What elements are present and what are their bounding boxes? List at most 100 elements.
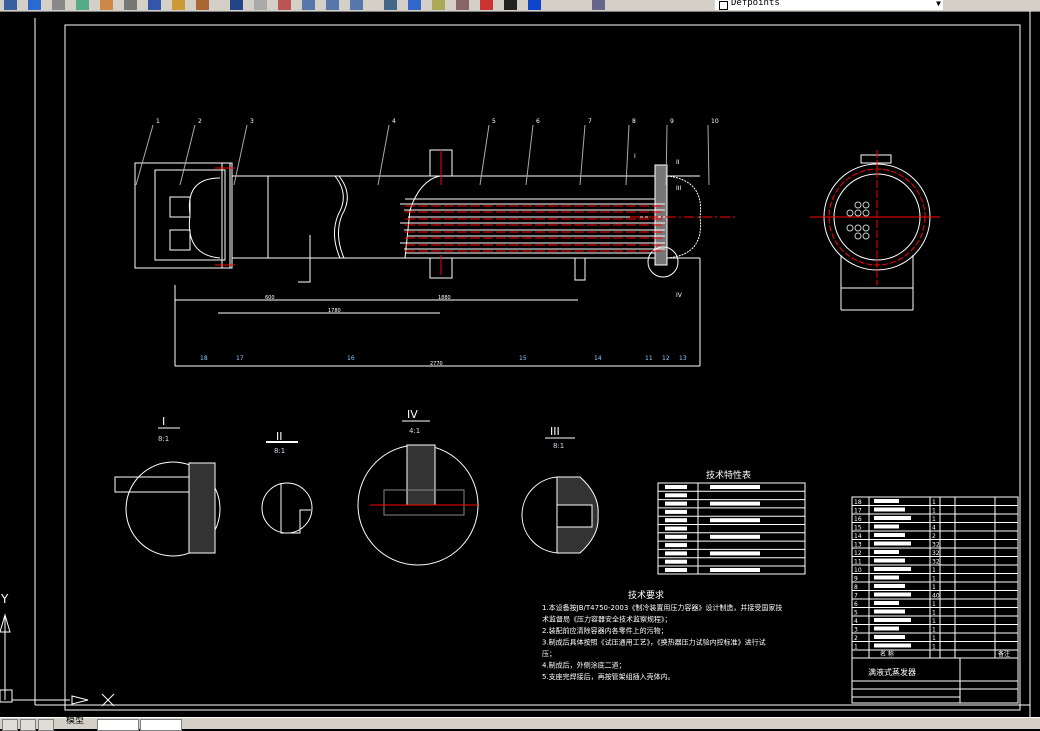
- part-quantity: 32: [932, 559, 940, 566]
- sheet-set-icon[interactable]: [456, 0, 469, 10]
- part-number: 12: [854, 550, 862, 557]
- spec-cell-text: [665, 493, 687, 498]
- chevron-down-icon[interactable]: ▼: [936, 0, 941, 8]
- nav-next-button[interactable]: [38, 719, 54, 731]
- main-elevation-view: [134, 149, 702, 367]
- tab-model[interactable]: 模型: [66, 716, 84, 727]
- part-number: 10: [854, 567, 862, 574]
- svg-text:II: II: [676, 159, 680, 166]
- part-quantity: 1: [932, 610, 936, 617]
- part-balloon: 14: [594, 355, 602, 362]
- markup-icon[interactable]: [480, 0, 493, 10]
- calculator-icon[interactable]: [504, 0, 517, 10]
- part-name-text: [874, 635, 905, 639]
- part-name-text: [874, 567, 911, 571]
- drawing-title: 满液式蒸发器: [868, 667, 916, 677]
- part-number: 9: [854, 576, 858, 583]
- svg-text:I: I: [634, 153, 636, 160]
- leader-line: [179, 124, 196, 186]
- part-name-text: [874, 558, 905, 563]
- requirement-line: 1.本设备按JB/T4750-2003《制冷装置用压力容器》设计制造，并接受国家…: [542, 603, 782, 612]
- layer-manager-icon[interactable]: [592, 0, 605, 10]
- spec-table-title: 技术特性表: [706, 469, 751, 481]
- tab-layout1[interactable]: [97, 719, 139, 731]
- print-icon[interactable]: [52, 0, 65, 10]
- tab-layout2[interactable]: [140, 719, 182, 731]
- part-quantity: 1: [932, 618, 936, 625]
- part-quantity: 1: [932, 508, 936, 515]
- detail-view-iv: [357, 444, 479, 566]
- layer-color-icon: [719, 1, 728, 10]
- help-icon[interactable]: [528, 0, 541, 10]
- detail-titles: I 8:1 II 8:1 IV 4:1 III 8:1: [158, 408, 564, 455]
- spec-cell-text: [665, 551, 687, 556]
- design-center-icon[interactable]: [408, 0, 421, 10]
- detail-title-underlines: [158, 420, 575, 443]
- part-number: 5: [854, 610, 858, 617]
- zoom-previous-icon[interactable]: [350, 0, 363, 10]
- spec-cell-value: [710, 534, 760, 539]
- part-quantity: 32: [932, 542, 940, 549]
- part-balloon: 12: [662, 355, 670, 362]
- nav-first-button[interactable]: [2, 719, 18, 731]
- copy-icon[interactable]: [148, 0, 161, 10]
- layer-dropdown[interactable]: Defpoints ▼: [715, 0, 943, 10]
- pan-icon[interactable]: [278, 0, 291, 10]
- open-icon[interactable]: [4, 0, 17, 10]
- part-balloon: 6: [536, 118, 540, 125]
- header-name: 名 称: [880, 650, 894, 658]
- part-quantity: 1: [932, 499, 936, 506]
- part-balloon: 7: [588, 118, 592, 125]
- spec-cell-value: [710, 518, 760, 523]
- part-number: 6: [854, 601, 858, 608]
- part-name-text: [874, 541, 911, 546]
- svg-text:I: I: [162, 415, 165, 428]
- part-balloon: 9: [670, 118, 674, 125]
- part-balloon: 13: [679, 355, 687, 362]
- undo-icon[interactable]: [230, 0, 243, 10]
- svg-text:IV: IV: [676, 292, 683, 299]
- nav-prev-button[interactable]: [20, 719, 36, 731]
- svg-text:III: III: [550, 425, 560, 438]
- tool-palettes-icon[interactable]: [432, 0, 445, 10]
- requirement-line: 5.支座完焊接后，再按管架组插入壳体内。: [542, 672, 675, 681]
- leader-line: [707, 124, 710, 186]
- spec-table: [657, 482, 806, 575]
- detail-view-ii: [261, 482, 313, 534]
- part-quantity: 1: [932, 576, 936, 583]
- cut-icon[interactable]: [124, 0, 137, 10]
- part-balloon: 16: [347, 355, 355, 362]
- svg-text:III: III: [676, 185, 682, 192]
- part-name-text: [874, 609, 905, 614]
- part-balloon: 1: [156, 118, 160, 125]
- publish-icon[interactable]: [100, 0, 113, 10]
- part-name-text: [874, 592, 911, 597]
- zoom-window-icon[interactable]: [326, 0, 339, 10]
- part-number: 11: [854, 559, 862, 566]
- svg-text:1780: 1780: [328, 308, 341, 314]
- preview-icon[interactable]: [76, 0, 89, 10]
- part-quantity: 1: [932, 644, 936, 651]
- svg-text:600: 600: [265, 295, 275, 301]
- spec-cell-text: [665, 534, 687, 539]
- part-number: 1: [854, 644, 858, 651]
- requirement-line: 3.制成后具体按照《试压通用工艺》，《换热器压力试验内控标准》进行试: [542, 638, 766, 647]
- part-name-text: [874, 575, 899, 580]
- save-icon[interactable]: [28, 0, 41, 10]
- part-number: 7: [854, 593, 858, 600]
- zoom-realtime-icon[interactable]: [302, 0, 315, 10]
- requirement-line: 术监督局《压力容器安全技术监察规程》；: [542, 615, 672, 624]
- properties-icon[interactable]: [384, 0, 397, 10]
- detail-view-iii: [521, 476, 599, 554]
- paste-icon[interactable]: [172, 0, 185, 10]
- part-balloon: 2: [198, 118, 202, 125]
- part-balloons: 1 2 3 4 5 6 7 8 9 1018 17 16 15 14 11 12 13: [135, 118, 719, 362]
- redo-icon[interactable]: [254, 0, 267, 10]
- svg-text:1880: 1880: [438, 295, 451, 301]
- part-number: 14: [854, 533, 862, 540]
- part-quantity: 4: [932, 525, 936, 532]
- part-quantity: 2: [932, 533, 936, 540]
- drawing-canvas[interactable]: Y 1234 5 6 7 8 9 10 18 17 16 15 14 11 12…: [0, 11, 1040, 717]
- match-properties-icon[interactable]: [196, 0, 209, 10]
- spec-cell-value: [710, 501, 760, 506]
